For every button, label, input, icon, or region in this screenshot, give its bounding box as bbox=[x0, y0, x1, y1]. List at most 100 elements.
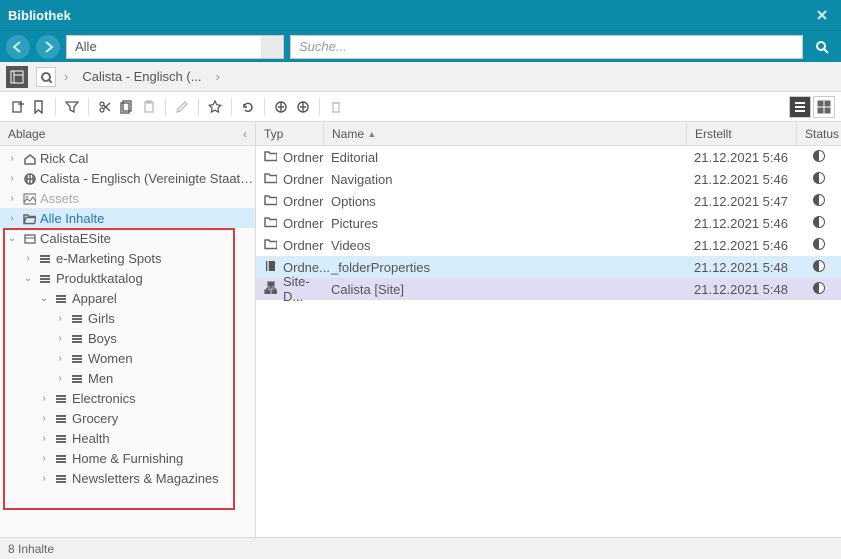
type-icon bbox=[264, 259, 277, 275]
forward-button[interactable] bbox=[36, 35, 60, 59]
tree-toggle-button[interactable] bbox=[6, 66, 28, 88]
tree-node-rick[interactable]: › Rick Cal bbox=[0, 148, 255, 168]
search-toggle-button[interactable] bbox=[36, 67, 56, 87]
col-typ[interactable]: Typ bbox=[256, 122, 323, 145]
publish-button[interactable] bbox=[270, 94, 292, 120]
tree-node-girls[interactable]: › Girls bbox=[0, 308, 255, 328]
refresh-button[interactable] bbox=[237, 94, 259, 120]
cell-erstellt: 21.12.2021 5:48 bbox=[686, 260, 796, 275]
breadcrumb-item[interactable]: Calista - Englisch (... bbox=[76, 69, 207, 84]
tree-node-men[interactable]: › Men bbox=[0, 368, 255, 388]
cell-name: Videos bbox=[323, 238, 686, 253]
tree-node-newems[interactable]: › Newsletters & Magazines bbox=[0, 468, 255, 488]
status-icon bbox=[812, 259, 826, 276]
cut-button[interactable] bbox=[94, 94, 116, 120]
status-icon bbox=[812, 149, 826, 166]
home-icon bbox=[22, 152, 36, 165]
new-document-button[interactable] bbox=[6, 94, 28, 120]
cell-typ: Site-D... bbox=[283, 274, 315, 304]
table-row[interactable]: OrdnerOptions21.12.2021 5:47 bbox=[256, 190, 841, 212]
tree-node-alle-inhalte[interactable]: › Alle Inhalte bbox=[0, 208, 255, 228]
main: Ablage ‹ › Rick Cal › Calista - Englisch… bbox=[0, 122, 841, 537]
tree-node-emarketing[interactable]: › e-Marketing Spots bbox=[0, 248, 255, 268]
copy-button[interactable] bbox=[116, 94, 138, 120]
type-icon bbox=[264, 237, 277, 253]
tree-node-grocery[interactable]: › Grocery bbox=[0, 408, 255, 428]
cell-typ: Ordner bbox=[283, 150, 323, 165]
search-button[interactable] bbox=[809, 35, 835, 59]
search-field[interactable] bbox=[290, 35, 803, 59]
chevron-right-icon: › bbox=[216, 69, 220, 84]
cell-erstellt: 21.12.2021 5:46 bbox=[686, 172, 796, 187]
cell-name: Pictures bbox=[323, 216, 686, 231]
list-icon bbox=[54, 432, 68, 445]
table-row[interactable]: OrdnerNavigation21.12.2021 5:46 bbox=[256, 168, 841, 190]
tree-node-assets[interactable]: › Assets bbox=[0, 188, 255, 208]
sidebar: Ablage ‹ › Rick Cal › Calista - Englisch… bbox=[0, 122, 256, 537]
delete-button[interactable] bbox=[325, 94, 347, 120]
star-button[interactable] bbox=[204, 94, 226, 120]
status-icon bbox=[812, 171, 826, 188]
cell-name: Calista [Site] bbox=[323, 282, 686, 297]
tree: › Rick Cal › Calista - Englisch (Vereini… bbox=[0, 146, 255, 537]
tree-node-calistaesite[interactable]: ⌄ CalistaESite bbox=[0, 228, 255, 248]
list-icon bbox=[70, 352, 84, 365]
paste-button[interactable] bbox=[138, 94, 160, 120]
navbar: Alle bbox=[0, 30, 841, 62]
list-icon bbox=[54, 392, 68, 405]
col-name[interactable]: Name ▲ bbox=[323, 122, 686, 145]
search-input[interactable] bbox=[291, 36, 802, 58]
filter-select[interactable]: Alle bbox=[66, 35, 284, 59]
status-icon bbox=[812, 237, 826, 254]
grid-view-button[interactable] bbox=[813, 96, 835, 118]
cell-name: _folderProperties bbox=[323, 260, 686, 275]
cell-status bbox=[796, 281, 841, 298]
type-icon bbox=[264, 171, 277, 187]
list-icon bbox=[54, 292, 68, 305]
table-row[interactable]: OrdnerVideos21.12.2021 5:46 bbox=[256, 234, 841, 256]
col-erstellt[interactable]: Erstellt bbox=[686, 122, 796, 145]
table-row[interactable]: OrdnerEditorial21.12.2021 5:46 bbox=[256, 146, 841, 168]
table-row[interactable]: Site-D...Calista [Site]21.12.2021 5:48 bbox=[256, 278, 841, 300]
filter-value: Alle bbox=[75, 39, 261, 54]
globe-icon bbox=[22, 172, 36, 185]
cell-typ: Ordner bbox=[283, 172, 323, 187]
publish2-button[interactable] bbox=[292, 94, 314, 120]
cell-typ: Ordner bbox=[283, 194, 323, 209]
tree-node-home-furnishing[interactable]: › Home & Furnishing bbox=[0, 448, 255, 468]
titlebar: Bibliothek bbox=[0, 0, 841, 30]
tree-node-produktkatalog[interactable]: ⌄ Produktkatalog bbox=[0, 268, 255, 288]
col-status[interactable]: Status bbox=[796, 122, 841, 145]
cell-typ: Ordner bbox=[283, 216, 323, 231]
back-button[interactable] bbox=[6, 35, 30, 59]
bookmark-button[interactable] bbox=[28, 94, 50, 120]
tree-node-health[interactable]: › Health bbox=[0, 428, 255, 448]
table-row[interactable]: Ordne..._folderProperties21.12.2021 5:48 bbox=[256, 256, 841, 278]
image-icon bbox=[22, 192, 36, 205]
cell-erstellt: 21.12.2021 5:46 bbox=[686, 216, 796, 231]
list-icon bbox=[70, 372, 84, 385]
table-row[interactable]: OrdnerPictures21.12.2021 5:46 bbox=[256, 212, 841, 234]
list-icon bbox=[54, 412, 68, 425]
cell-erstellt: 21.12.2021 5:48 bbox=[686, 282, 796, 297]
filter-button[interactable] bbox=[61, 94, 83, 120]
cell-status bbox=[796, 237, 841, 254]
sort-asc-icon: ▲ bbox=[367, 129, 376, 139]
tree-node-calista[interactable]: › Calista - Englisch (Vereinigte Staaten… bbox=[0, 168, 255, 188]
collapse-sidebar-button[interactable]: ‹ bbox=[243, 127, 247, 141]
sidebar-title: Ablage bbox=[8, 127, 243, 141]
edit-button[interactable] bbox=[171, 94, 193, 120]
list-view-button[interactable] bbox=[789, 96, 811, 118]
table-header: Typ Name ▲ Erstellt Status bbox=[256, 122, 841, 146]
tree-node-electronics[interactable]: › Electronics bbox=[0, 388, 255, 408]
sidebar-header: Ablage ‹ bbox=[0, 122, 255, 146]
cell-erstellt: 21.12.2021 5:46 bbox=[686, 150, 796, 165]
tree-node-apparel[interactable]: ⌄ Apparel bbox=[0, 288, 255, 308]
tree-node-women[interactable]: › Women bbox=[0, 348, 255, 368]
cell-name: Options bbox=[323, 194, 686, 209]
cell-erstellt: 21.12.2021 5:46 bbox=[686, 238, 796, 253]
site-icon bbox=[22, 232, 36, 245]
tree-node-boys[interactable]: › Boys bbox=[0, 328, 255, 348]
close-button[interactable] bbox=[811, 4, 833, 26]
chevron-down-icon bbox=[261, 36, 283, 58]
